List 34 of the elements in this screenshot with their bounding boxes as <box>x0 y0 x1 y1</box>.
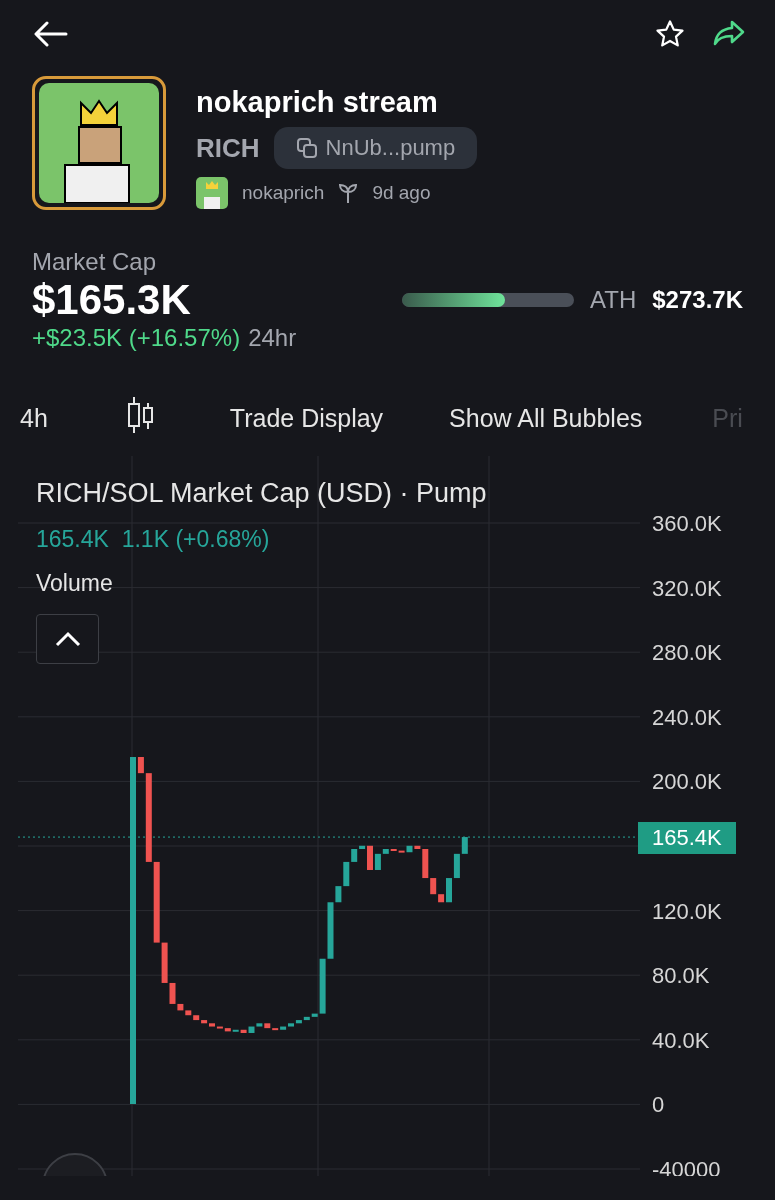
y-axis-label: 360.0K <box>652 511 722 536</box>
chart-title: RICH/SOL Market Cap (USD) · Pump <box>36 478 487 509</box>
market-cap-value: $165.3K <box>32 276 191 324</box>
star-icon[interactable] <box>655 19 685 49</box>
y-axis-label: 0 <box>652 1092 665 1118</box>
back-arrow-icon[interactable] <box>34 21 68 47</box>
copy-address-button[interactable]: NnUb...pump <box>273 127 478 169</box>
y-axis-label: 40.0K <box>652 1027 710 1053</box>
token-name: nokaprich stream <box>196 86 439 119</box>
copy-icon <box>295 137 318 159</box>
y-axis-label: 320.0K <box>652 575 722 601</box>
chevron-up-icon <box>54 631 81 647</box>
y-axis-label: 240.0K <box>652 704 722 730</box>
collapse-button[interactable] <box>36 614 99 664</box>
toolbar-option[interactable]: Show All Bubbles <box>449 403 643 433</box>
market-cap-label: Market Cap <box>32 248 158 276</box>
volume-label: Volume <box>36 570 113 597</box>
creator-avatar-drawing <box>196 177 228 209</box>
change-period: 24hr <box>248 324 297 351</box>
toolbar-option[interactable]: 4h <box>20 403 48 433</box>
token-ticker: RICH <box>196 132 260 164</box>
sprout-icon <box>338 182 359 204</box>
y-axis-label: 80.0K <box>652 963 710 989</box>
ath-value: $273.7K <box>652 286 743 314</box>
token-age: 9d ago <box>372 182 431 204</box>
y-axis-label: 280.0K <box>652 640 722 666</box>
y-axis-label: 200.0K <box>652 769 722 795</box>
chart-legend-values: 165.4K 1.1K (+0.68%) <box>36 526 270 553</box>
creator-name[interactable]: nokaprich <box>242 182 325 204</box>
current-price-tag: 165.4K <box>638 822 736 854</box>
ath-label: ATH <box>590 286 637 314</box>
toolbar-option[interactable]: Trade Display <box>229 403 384 433</box>
y-axis-label: 120.0K <box>652 898 722 924</box>
market-cap-change: +$23.5K (+16.57%) <box>32 324 241 351</box>
